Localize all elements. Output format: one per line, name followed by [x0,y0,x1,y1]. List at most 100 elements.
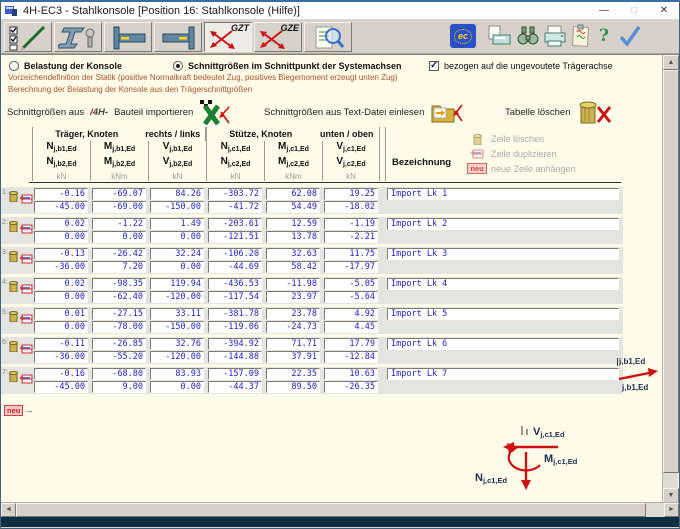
print-copy-button[interactable] [486,24,512,48]
force-cell-input[interactable] [150,338,204,350]
preview-button[interactable] [304,22,352,52]
force-cell-input[interactable] [324,278,378,290]
force-cell-input[interactable] [208,188,262,200]
force-cell-input[interactable] [150,308,204,320]
force-cell-input[interactable] [324,338,378,350]
force-cell-input[interactable] [34,291,88,303]
edit-checklist-button[interactable] [4,22,52,52]
eurocode-button[interactable]: ec [450,24,476,48]
checkbox-traegerachse[interactable]: bezogen auf die ungevoutete Trägerachse [429,60,613,72]
force-cell-input[interactable] [150,368,204,380]
delete-row-icon[interactable] [9,369,18,387]
trash-delete-icon[interactable] [577,99,613,126]
connection-right-button[interactable] [154,22,202,52]
duplicate-row-icon[interactable] [20,371,33,389]
force-cell-input[interactable] [150,351,204,363]
force-cell-input[interactable] [208,381,262,393]
force-cell-input[interactable] [150,291,204,303]
force-cell-input[interactable] [324,368,378,380]
force-cell-input[interactable] [34,188,88,200]
horizontal-scroll-thumb[interactable] [16,503,646,517]
force-cell-input[interactable] [324,261,378,273]
force-cell-input[interactable] [92,368,146,380]
force-cell-input[interactable] [34,368,88,380]
bezeichnung-input[interactable] [387,338,619,350]
force-cell-input[interactable] [208,368,262,380]
force-cell-input[interactable] [92,338,146,350]
search-button[interactable] [515,24,541,48]
radio-selected-icon[interactable] [173,61,183,71]
force-cell-input[interactable] [92,188,146,200]
force-cell-input[interactable] [92,278,146,290]
force-cell-input[interactable] [324,201,378,213]
delete-row-icon[interactable] [9,279,18,297]
bezeichnung-input[interactable] [387,368,619,380]
checkbox-icon[interactable] [429,61,439,71]
force-cell-input[interactable] [92,321,146,333]
force-cell-input[interactable] [208,351,262,363]
force-cell-input[interactable] [266,188,320,200]
radio-icon[interactable] [9,61,19,71]
horizontal-scrollbar[interactable]: ◄ ► [1,502,679,517]
force-cell-input[interactable] [324,188,378,200]
delete-row-icon[interactable] [9,219,18,237]
bezeichnung-input[interactable] [387,278,619,290]
force-cell-input[interactable] [266,351,320,363]
force-cell-input[interactable] [34,261,88,273]
force-cell-input[interactable] [324,248,378,260]
force-cell-input[interactable] [92,261,146,273]
gzt-button[interactable]: GZT [204,22,252,52]
delete-row-icon[interactable] [9,339,18,357]
force-cell-input[interactable] [324,351,378,363]
force-cell-input[interactable] [324,381,378,393]
bezeichnung-input[interactable] [387,308,619,320]
scroll-up-button[interactable]: ▲ [663,55,679,70]
force-cell-input[interactable] [150,201,204,213]
force-cell-input[interactable] [150,231,204,243]
bezeichnung-input[interactable] [387,218,619,230]
force-cell-input[interactable] [266,218,320,230]
force-cell-input[interactable] [208,248,262,260]
help-button[interactable]: ? [595,24,613,48]
force-cell-input[interactable] [92,201,146,213]
scroll-left-button[interactable]: ◄ [1,503,16,517]
force-cell-input[interactable] [208,338,262,350]
delete-row-icon[interactable] [9,189,18,207]
scroll-down-button[interactable]: ▼ [663,488,679,503]
force-cell-input[interactable] [208,261,262,273]
close-button[interactable]: ✕ [649,2,679,20]
force-cell-input[interactable] [92,308,146,320]
radio-schnittgroessen[interactable]: Schnittgrößen im Schnittpunkt der System… [173,60,402,72]
force-cell-input[interactable] [266,261,320,273]
force-cell-input[interactable] [324,321,378,333]
force-cell-input[interactable] [266,381,320,393]
duplicate-row-icon[interactable] [20,191,33,209]
folder-import-icon[interactable] [430,99,464,125]
duplicate-row-icon[interactable] [20,281,33,299]
force-cell-input[interactable] [266,368,320,380]
force-cell-input[interactable] [208,321,262,333]
force-cell-input[interactable] [150,261,204,273]
force-cell-input[interactable] [266,291,320,303]
duplicate-row-icon[interactable] [20,341,33,359]
vertical-scrollbar[interactable]: ▲ ▼ [662,55,678,503]
bezeichnung-input[interactable] [387,248,619,260]
duplicate-row-icon[interactable] [20,221,33,239]
bezeichnung-input[interactable] [387,188,619,200]
force-cell-input[interactable] [34,308,88,320]
import-4h-action[interactable]: Schnittgrößen aus /4H- Bauteil importier… [7,97,231,127]
force-cell-input[interactable] [34,201,88,213]
force-cell-input[interactable] [34,381,88,393]
gze-button[interactable]: GZE [254,22,302,52]
force-cell-input[interactable] [208,278,262,290]
force-cell-input[interactable] [208,201,262,213]
force-cell-input[interactable] [34,351,88,363]
force-cell-input[interactable] [92,231,146,243]
force-cell-input[interactable] [266,248,320,260]
force-cell-input[interactable] [150,321,204,333]
force-cell-input[interactable] [34,278,88,290]
force-cell-input[interactable] [34,321,88,333]
force-cell-input[interactable] [150,218,204,230]
force-cell-input[interactable] [34,338,88,350]
force-cell-input[interactable] [34,218,88,230]
